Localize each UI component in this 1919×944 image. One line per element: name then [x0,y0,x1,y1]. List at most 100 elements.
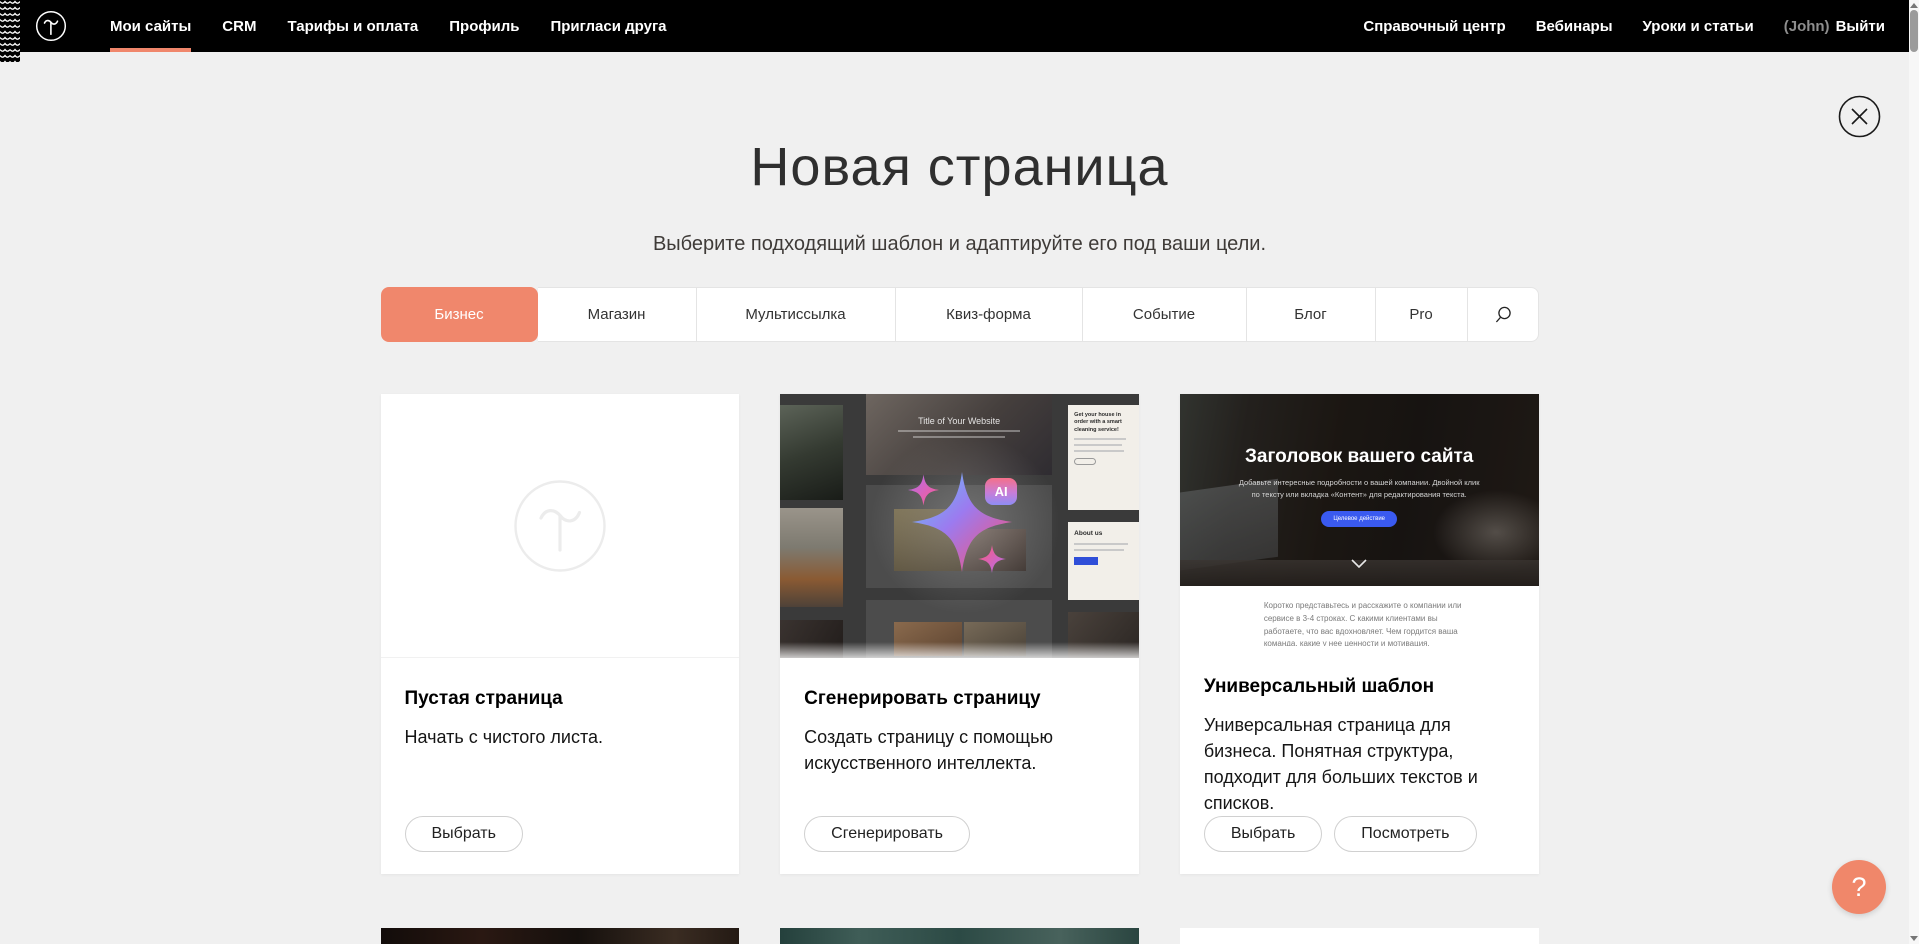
tab-search[interactable] [1468,287,1539,342]
template-card-partial[interactable] [381,928,740,944]
tab-quiz-form[interactable]: Квиз-форма [896,287,1083,342]
template-body-text: Коротко представьтесь и расскажите о ком… [1264,600,1464,646]
collage-photo-people [780,620,843,658]
collage-mini-photo [894,509,962,571]
collage-mini-photo [894,622,962,656]
nav-lessons[interactable]: Уроки и статьи [1643,0,1754,52]
category-tabs: Бизнес Магазин Мультиссылка Квиз-форма С… [381,287,1539,342]
collage-text-bar [913,436,1005,438]
template-card-universal: Заголовок вашего сайта Добавьте интересн… [1180,394,1539,874]
template-hero: Заголовок вашего сайта Добавьте интересн… [1180,394,1539,586]
collage-panel-about: About us [1068,522,1139,600]
collage-text-bar [1074,438,1126,440]
scrollbar[interactable] [1909,0,1919,944]
card-buttons: Выбрать Посмотреть [1204,816,1515,852]
tilda-logo-icon [35,10,67,42]
card-buttons: Выбрать [405,816,716,852]
collage-mini-photo [964,622,1026,656]
hero-cta-button: Целевое действие [1321,511,1397,527]
generate-button[interactable]: Сгенерировать [804,816,970,852]
nav-my-sites[interactable]: Мои сайты [110,0,191,52]
ai-generate-preview[interactable]: Title of Your Website Get your house in … [780,394,1139,658]
nav-pricing[interactable]: Тарифы и оплата [287,0,418,52]
secondary-nav: Справочный центр Вебинары Уроки и статьи… [1363,0,1885,52]
select-button[interactable]: Выбрать [1204,816,1322,852]
collage-panel-title: About us [1074,530,1133,539]
wave-pattern-decoration [0,0,20,62]
nav-profile[interactable]: Профиль [449,0,519,52]
collage-panel-cleaning: Get your house in order with a smart cle… [1068,405,1139,510]
collage-photo-desk [780,405,843,500]
nav-invite-friend[interactable]: Пригласи друга [550,0,666,52]
search-icon [1493,305,1513,325]
hero-title: Заголовок вашего сайта [1180,446,1539,468]
collage-text-bar [1074,444,1122,446]
page-title: Новая страница [381,138,1539,196]
tab-business[interactable]: Бизнес [381,287,538,342]
template-cards-row-1: Пустая страница Начать с чистого листа. … [381,394,1539,874]
preview-button[interactable]: Посмотреть [1334,816,1476,852]
card-title: Сгенерировать страницу [804,688,1115,710]
nav-help-center[interactable]: Справочный центр [1363,0,1505,52]
template-cards-row-2 [381,928,1539,944]
card-info: Пустая страница Начать с чистого листа. … [381,658,740,874]
card-info: Сгенерировать страницу Создать страницу … [780,658,1139,874]
collage-panel-title: Get your house in order with a smart cle… [1074,412,1133,434]
ai-badge: AI [985,478,1017,505]
new-page-dialog: Новая страница Выберите подходящий шабло… [381,52,1539,944]
universal-template-preview[interactable]: Заголовок вашего сайта Добавьте интересн… [1180,394,1539,646]
collage-text-bar [1074,543,1128,545]
close-button[interactable] [1838,95,1881,138]
main-nav: Мои сайты CRM Тарифы и оплата Профиль Пр… [110,0,667,52]
nav-crm[interactable]: CRM [222,0,256,52]
blank-page-preview[interactable] [381,394,740,658]
card-description: Начать с чистого листа. [405,724,716,750]
collage-panel-blue-button [1074,557,1098,565]
hero-content: Заголовок вашего сайта Добавьте интересн… [1180,394,1539,586]
user-box: (John) Выйти [1784,0,1885,52]
template-card-partial[interactable] [780,928,1139,944]
card-description: Универсальная страница для бизнеса. Поня… [1204,712,1515,816]
collage-site-section [866,485,1052,588]
template-body-section: Коротко представьтесь и расскажите о ком… [1180,586,1539,646]
tilda-watermark-icon [513,479,607,573]
tab-blog[interactable]: Блог [1247,287,1376,342]
tab-shop[interactable]: Магазин [538,287,697,342]
tab-event[interactable]: Событие [1083,287,1247,342]
top-bar: Мои сайты CRM Тарифы и оплата Профиль Пр… [0,0,1909,52]
collage-text-bar [1074,549,1124,551]
collage-site-title: Title of Your Website [866,416,1052,426]
template-card-partial[interactable] [1180,928,1539,944]
collage-panel-button [1074,458,1096,465]
collage-text-bar [898,430,1020,432]
card-title: Пустая страница [405,688,716,710]
collage-text-bar [1074,450,1124,452]
page-subtitle: Выберите подходящий шаблон и адаптируйте… [381,232,1539,256]
select-button[interactable]: Выбрать [405,816,523,852]
scroll-down-arrow[interactable] [1910,936,1918,941]
user-name: (John) [1784,18,1830,35]
tilda-logo[interactable] [35,10,67,42]
card-info: Универсальный шаблон Универсальная стран… [1180,646,1539,874]
help-button[interactable]: ? [1832,860,1886,914]
collage-mini-photo [964,529,1026,571]
collage-site-section [866,600,1052,658]
logout-link[interactable]: Выйти [1836,18,1885,35]
card-title: Универсальный шаблон [1204,676,1515,698]
scrollbar-thumb[interactable] [1910,10,1918,52]
card-description: Создать страницу с помощью искусственног… [804,724,1115,776]
hero-subtitle: Добавьте интересные подробности о вашей … [1236,477,1482,500]
close-icon [1838,95,1881,138]
scroll-up-arrow[interactable] [1910,3,1918,8]
collage-photo-livingroom [780,508,843,607]
collage-photo-bottom-right [1068,612,1139,658]
nav-webinars[interactable]: Вебинары [1536,0,1613,52]
tab-pro[interactable]: Pro [1376,287,1468,342]
collage-site-hero: Title of Your Website [866,394,1052,475]
template-card-ai: Title of Your Website Get your house in … [780,394,1139,874]
template-card-blank: Пустая страница Начать с чистого листа. … [381,394,740,874]
chevron-down-icon [1351,559,1367,568]
wave-pattern-icon [0,0,20,62]
tab-multilink[interactable]: Мультиссылка [697,287,896,342]
card-buttons: Сгенерировать [804,816,1115,852]
